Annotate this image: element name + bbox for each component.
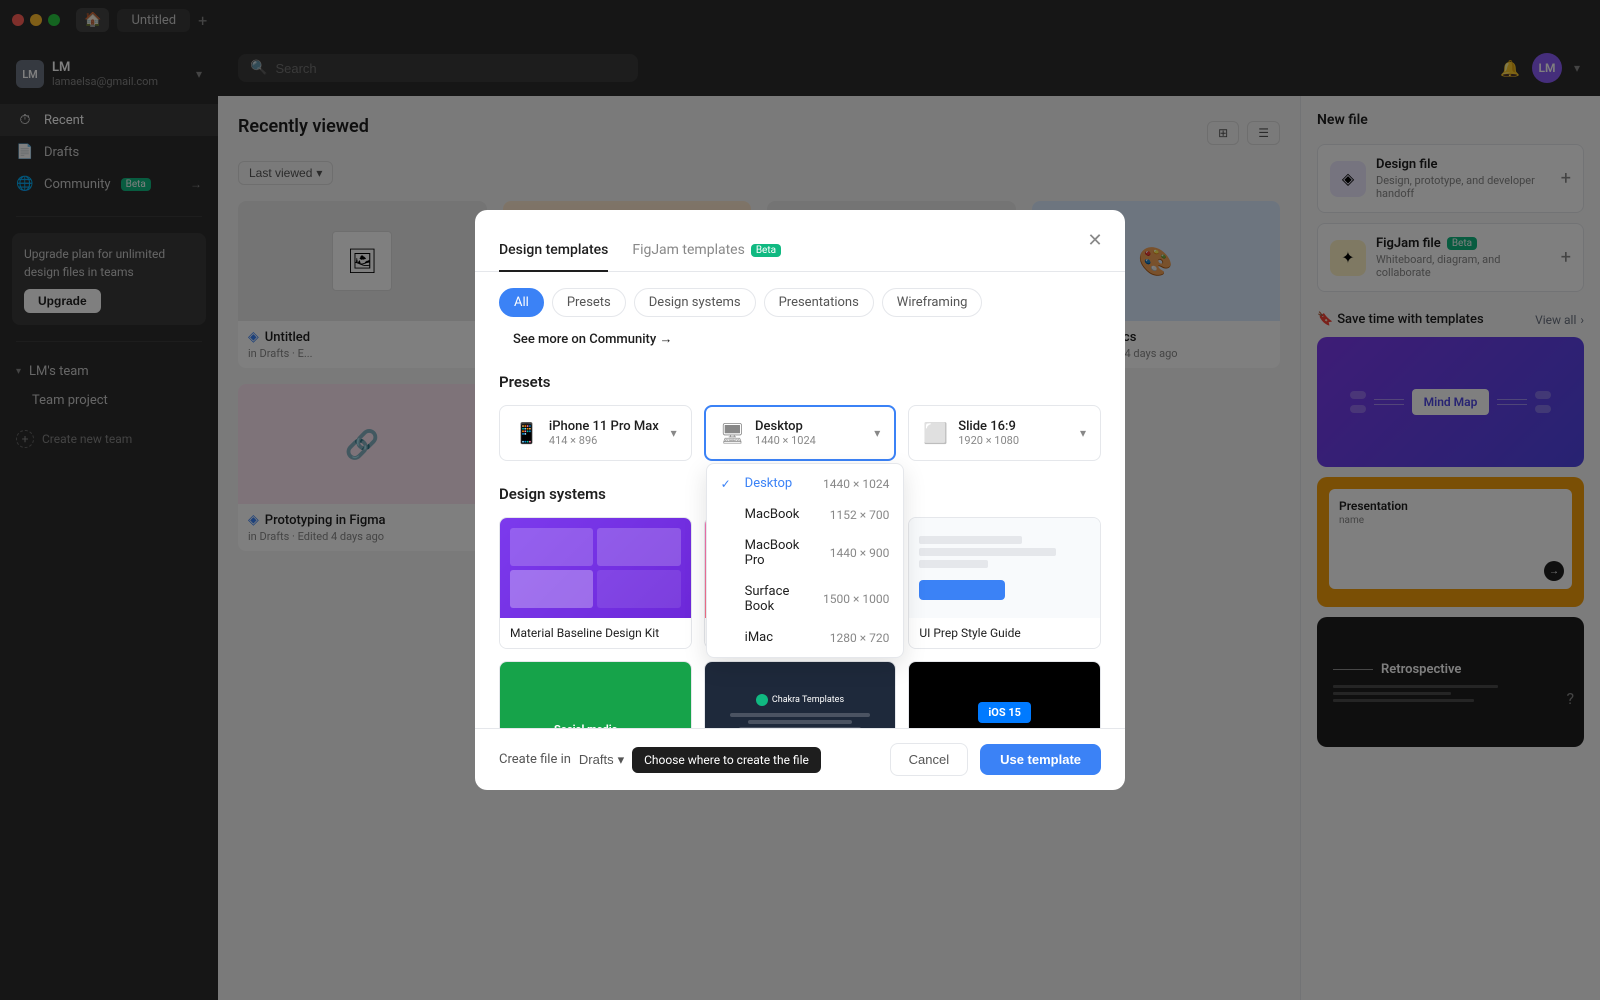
dropdown-dims: 1440 × 1024 bbox=[823, 477, 889, 491]
design-thumb: Chakra Templates bbox=[705, 662, 896, 728]
use-template-button[interactable]: Use template bbox=[980, 744, 1101, 775]
preview-block bbox=[597, 528, 680, 566]
modal-body: All Presets Design systems Presentations… bbox=[475, 272, 1125, 728]
dropdown-item-macbook[interactable]: MacBook 1152 × 700 bbox=[707, 499, 904, 530]
design-thumb bbox=[500, 518, 691, 618]
preset-slide[interactable]: ⬜ Slide 16:9 1920 × 1080 ▾ bbox=[908, 405, 1101, 461]
design-name: UI Prep Style Guide bbox=[909, 618, 1100, 648]
preset-dims: 414 × 896 bbox=[549, 434, 661, 447]
check-icon: ✓ bbox=[721, 477, 737, 491]
chakra-icon bbox=[756, 694, 768, 706]
modal-close-button[interactable]: ✕ bbox=[1081, 226, 1109, 254]
preview-line bbox=[919, 560, 987, 568]
design-name: Material Baseline Design Kit bbox=[500, 618, 691, 648]
dropdown-label: Surface Book bbox=[745, 584, 815, 614]
presets-grid: 📱 iPhone 11 Pro Max 414 × 896 ▾ 🖥 Deskto… bbox=[499, 405, 1101, 461]
dropdown-dims: 1500 × 1000 bbox=[823, 592, 889, 606]
modal-footer: Create file in Drafts ▾ Choose where to … bbox=[475, 728, 1125, 790]
preset-info: iPhone 11 Pro Max 414 × 896 bbox=[549, 419, 661, 447]
presets-section-title: Presets bbox=[499, 373, 1101, 391]
tab-figjam-templates[interactable]: FigJam templates Beta bbox=[632, 230, 781, 272]
preset-info: Desktop 1440 × 1024 bbox=[755, 419, 864, 447]
dropdown-label: Desktop bbox=[745, 476, 815, 491]
desktop-icon: 🖥 bbox=[720, 421, 745, 445]
footer-location: Create file in Drafts ▾ Choose where to … bbox=[499, 747, 878, 773]
filter-all[interactable]: All bbox=[499, 288, 544, 317]
dropdown-label: MacBook bbox=[745, 507, 822, 522]
slide-icon: ⬜ bbox=[923, 421, 948, 445]
material-preview bbox=[500, 518, 691, 618]
filter-wireframing[interactable]: Wireframing bbox=[882, 288, 983, 317]
design-card-social-media[interactable]: Social mediaimage templates Social media… bbox=[499, 661, 692, 728]
preview-line bbox=[919, 548, 1056, 556]
tooltip-bubble: Choose where to create the file bbox=[632, 747, 821, 773]
preset-name: Slide 16:9 bbox=[958, 419, 1070, 434]
preset-desktop[interactable]: 🖥 Desktop 1440 × 1024 ▾ ✓ Desktop 1440 ×… bbox=[704, 405, 897, 461]
figjam-tab-badge: Beta bbox=[751, 244, 781, 257]
filter-pills: All Presets Design systems Presentations… bbox=[499, 288, 1101, 353]
dropdown-item-surface-book[interactable]: Surface Book 1500 × 1000 bbox=[707, 576, 904, 622]
design-thumb bbox=[909, 518, 1100, 618]
preset-chevron-icon[interactable]: ▾ bbox=[874, 426, 880, 440]
preview-block bbox=[597, 570, 680, 608]
design-card-ui-prep[interactable]: UI Prep Style Guide bbox=[908, 517, 1101, 649]
filter-presets[interactable]: Presets bbox=[552, 288, 626, 317]
cancel-button[interactable]: Cancel bbox=[890, 743, 968, 776]
dropdown-item-macbook-pro[interactable]: MacBook Pro 1440 × 900 bbox=[707, 530, 904, 576]
dropdown-item-imac[interactable]: iMac 1280 × 720 bbox=[707, 622, 904, 653]
preset-dims: 1920 × 1080 bbox=[958, 434, 1070, 447]
chakra-header: Chakra Templates bbox=[756, 694, 844, 706]
dropdown-label: MacBook Pro bbox=[745, 538, 822, 568]
preview-button bbox=[919, 580, 1004, 600]
dropdown-dims: 1280 × 720 bbox=[830, 631, 890, 645]
design-templates-modal: Design templates FigJam templates Beta ✕… bbox=[475, 210, 1125, 790]
chakra-label: Chakra Templates bbox=[772, 695, 844, 705]
filter-community[interactable]: See more on Community → bbox=[499, 325, 686, 353]
desktop-preset-dropdown: ✓ Desktop 1440 × 1024 MacBook 1152 × 700… bbox=[706, 463, 905, 658]
location-chevron-icon: ▾ bbox=[618, 752, 625, 768]
create-in-label: Create file in bbox=[499, 752, 571, 767]
preset-chevron-icon: ▾ bbox=[1080, 426, 1086, 440]
figjam-tab-label: FigJam templates bbox=[632, 242, 745, 258]
design-card-material[interactable]: Material Baseline Design Kit bbox=[499, 517, 692, 649]
design-thumb: Social mediaimage templates bbox=[500, 662, 691, 728]
design-thumb: iOS 15 bbox=[909, 662, 1100, 728]
modal-overlay[interactable]: Design templates FigJam templates Beta ✕… bbox=[0, 0, 1600, 1000]
preset-name: iPhone 11 Pro Max bbox=[549, 419, 661, 434]
dropdown-label: iMac bbox=[745, 630, 822, 645]
design-card-chakra[interactable]: Chakra Templates Chakra Templates UI Kit bbox=[704, 661, 897, 728]
filter-design-systems[interactable]: Design systems bbox=[634, 288, 756, 317]
phone-icon: 📱 bbox=[514, 421, 539, 445]
ui-prep-preview bbox=[909, 526, 1100, 610]
preset-chevron-icon: ▾ bbox=[671, 426, 677, 440]
dropdown-item-desktop[interactable]: ✓ Desktop 1440 × 1024 bbox=[707, 468, 904, 499]
preview-block bbox=[510, 528, 593, 566]
location-picker[interactable]: Drafts ▾ bbox=[579, 752, 624, 768]
preset-iphone[interactable]: 📱 iPhone 11 Pro Max 414 × 896 ▾ bbox=[499, 405, 692, 461]
preview-block bbox=[510, 570, 593, 608]
preview-line bbox=[748, 720, 853, 724]
location-label: Drafts bbox=[579, 752, 614, 767]
tab-design-templates[interactable]: Design templates bbox=[499, 230, 608, 272]
preset-info: Slide 16:9 1920 × 1080 bbox=[958, 419, 1070, 447]
filter-presentations[interactable]: Presentations bbox=[764, 288, 874, 317]
modal-header: Design templates FigJam templates Beta ✕ bbox=[475, 210, 1125, 272]
dropdown-dims: 1440 × 900 bbox=[830, 546, 890, 560]
design-card-ios15[interactable]: iOS 15 iOS 15 UI Kit bbox=[908, 661, 1101, 728]
preset-name: Desktop bbox=[755, 419, 864, 434]
preset-dims: 1440 × 1024 bbox=[755, 434, 864, 447]
preview-line bbox=[730, 713, 870, 717]
dropdown-dims: 1152 × 700 bbox=[830, 508, 890, 522]
preview-line bbox=[919, 536, 1021, 544]
figjam-tab-content: FigJam templates Beta bbox=[632, 242, 781, 258]
ios-label: iOS 15 bbox=[978, 702, 1031, 723]
